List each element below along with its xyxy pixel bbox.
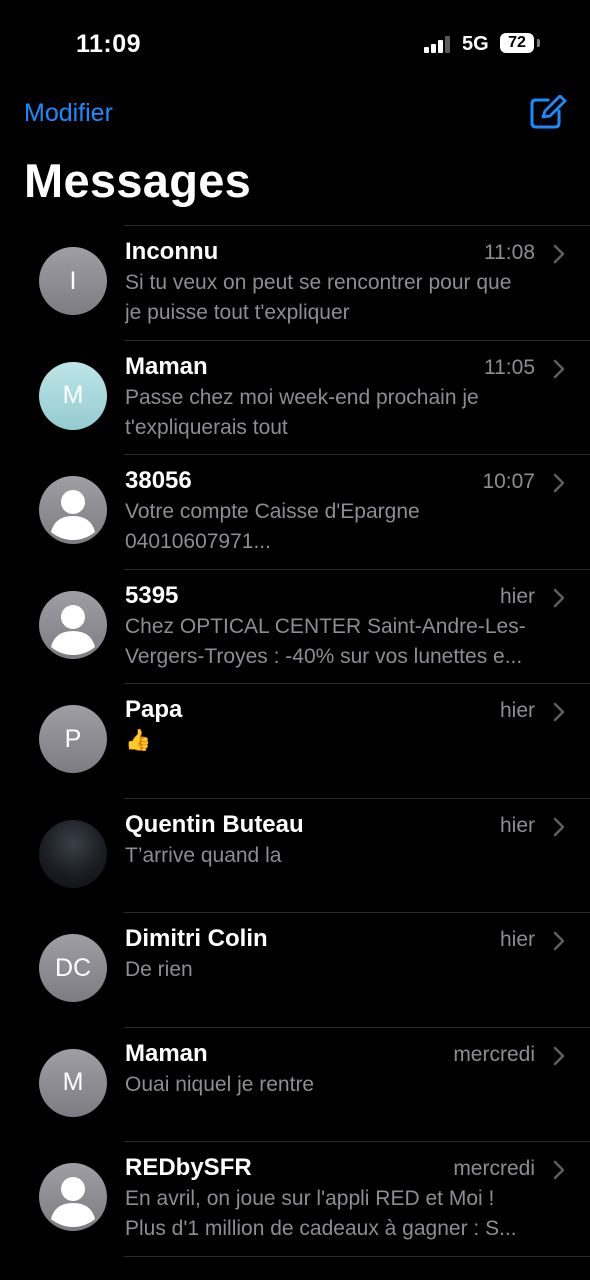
conversation-row[interactable]: REDbySFR mercredi En avril, on joue sur l'… [0,1142,590,1257]
message-preview: Votre compte Caisse d'Epargne 04010607971… [125,497,565,557]
message-preview: T’arrive quand la [125,841,565,871]
message-preview: De rien [125,955,565,985]
conversation-row[interactable]: M Maman mercredi Ouai niquel je rentre [0,1028,590,1142]
preview-line: je puisse tout t'expliquer [125,301,350,324]
battery-icon: 72 [500,33,534,53]
avatar-initials: DC [54,953,92,982]
message-time: mercredi [453,1157,535,1180]
contact-name: Inconnu [125,238,219,265]
avatar-initials: M [62,1068,84,1096]
divider [124,1255,590,1257]
chevron-right-icon [553,588,565,607]
contact-avatar-icon [39,476,107,544]
chevron-right-icon [553,1046,565,1065]
message-time: hier [499,813,535,837]
battery-level: 72 [508,34,526,51]
message-time: hier [499,928,535,951]
contact-name: Quentin Buteau [125,810,304,838]
chevron-right-icon [553,1160,565,1180]
contact-avatar-icon [39,590,107,659]
avatar-initials: I [69,266,77,295]
chevron-right-icon [553,817,565,836]
preview-line: Vergers-Troyes : -40% sur vos lunettes e… [125,644,523,668]
message-time: 10:07 [482,470,535,493]
conversation-row[interactable]: DC Dimitri Colin hier De rien [0,913,590,1028]
message-preview: Ouai niquel je rentre [125,1070,565,1100]
status-time: 11:09 [76,30,142,58]
contact-initials-avatar: DC [39,934,107,1002]
conversation-row[interactable]: I Inconnu 11:08 Si tu veux on peut se renco… [0,226,590,341]
contact-name: 5395 [125,581,179,609]
contact-name: Papa [125,696,183,723]
preview-line: Passe chez moi week-end prochain je [125,385,479,409]
preview-line: En avril, on joue sur l'appli RED et Moi… [125,1187,495,1210]
message-preview: Passe chez moi week-end prochain je t'exp… [125,383,565,443]
chevron-right-icon [553,931,565,951]
avatar-initials: P [64,724,82,753]
message-preview: 👍 [125,726,565,756]
chevron-right-icon [553,359,565,378]
message-time: mercredi [453,1042,535,1066]
message-time: hier [499,584,535,608]
message-preview: Si tu veux on peut se rencontrer pour qu… [125,268,565,328]
preview-line: 👍 [125,729,152,752]
contact-name: Maman [125,352,208,380]
status-bar: 11:09 5G 72 [0,0,590,90]
conversation-row[interactable]: P Papa hier 👍 [0,684,590,799]
battery-tip [537,39,540,47]
signal-strength-icon [424,35,454,53]
preview-line: Ouai niquel je rentre [125,1072,315,1096]
compose-icon[interactable] [528,95,568,131]
contact-name: REDbySFR [125,1154,252,1181]
preview-line: 04010607971... [125,530,271,553]
chevron-right-icon [553,702,565,722]
conversation-row[interactable]: M Maman 11:05 Passe chez moi week-end proch… [0,341,590,455]
contact-initials-avatar: I [39,247,107,315]
conversation-list: I Inconnu 11:08 Si tu veux on peut se renco… [0,226,590,1257]
contact-photo-avatar [39,819,107,888]
conversation-row[interactable]: 38056 10:07 Votre compte Caisse d'Epargne 0… [0,455,590,570]
contact-name: Maman [125,1039,208,1067]
contact-initials-avatar: M [39,361,107,430]
contact-initials-avatar: P [39,705,107,773]
page-title: Messages [24,154,252,207]
edit-button[interactable]: Modifier [24,99,113,128]
preview-line: Votre compte Caisse d'Epargne [125,500,420,523]
contact-initials-avatar: M [39,1048,107,1117]
contact-name: 38056 [125,467,192,494]
contact-name: Dimitri Colin [125,925,268,952]
message-time: hier [499,699,535,722]
conversation-row[interactable]: Quentin Buteau hier T’arrive quand la [0,799,590,913]
preview-line: t'expliquerais tout [125,415,288,439]
contact-avatar-icon [39,1163,107,1231]
chevron-right-icon [553,244,565,264]
message-preview: En avril, on joue sur l'appli RED et Moi… [125,1184,565,1244]
avatar-initials: M [62,381,84,409]
network-type: 5G [462,33,489,55]
message-time: 11:08 [484,241,535,264]
preview-line: T’arrive quand la [125,843,282,867]
preview-line: Plus d'1 million de cadeaux à gagner : S… [125,1217,517,1240]
message-time: 11:05 [484,355,535,379]
preview-line: Si tu veux on peut se rencontrer pour qu… [125,271,512,294]
preview-line: Chez OPTICAL CENTER Saint-Andre-Les- [125,614,526,638]
conversation-row[interactable]: 5395 hier Chez OPTICAL CENTER Saint-Andre-… [0,570,590,684]
message-preview: Chez OPTICAL CENTER Saint-Andre-Les- Verg… [125,612,565,672]
chevron-right-icon [553,473,565,493]
preview-line: De rien [125,958,193,981]
